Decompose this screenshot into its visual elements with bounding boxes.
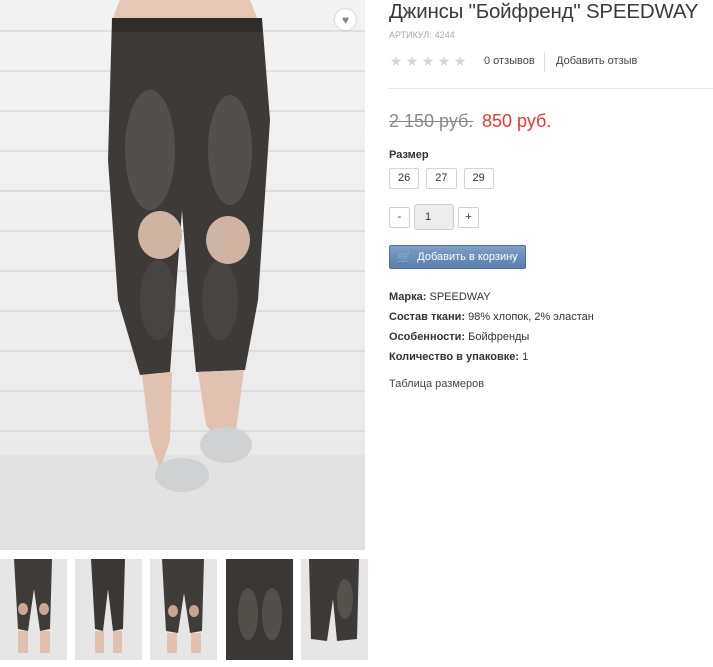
spec-label: Количество в упаковке: <box>389 351 519 363</box>
reviews-count-link[interactable]: 0 отзывов <box>484 55 535 67</box>
spec-row-fabric: Состав ткани: 98% хлопок, 2% эластан <box>389 311 594 331</box>
size-option-27[interactable]: 27 <box>426 168 457 189</box>
divider <box>389 88 713 89</box>
spec-label: Состав ткани: <box>389 311 466 323</box>
add-review-link[interactable]: Добавить отзыв <box>556 55 637 67</box>
spec-row-features: Особенности: Бойфренды <box>389 331 594 351</box>
star-icon[interactable]: ★ <box>405 54 419 68</box>
spec-label: Особенности: <box>389 331 466 343</box>
star-icon[interactable]: ★ <box>437 54 451 68</box>
spec-value: Бойфренды <box>468 331 530 343</box>
current-price: 850 руб. <box>482 111 552 131</box>
thumbnail-5[interactable] <box>301 559 368 660</box>
size-table-link[interactable]: Таблица размеров <box>389 378 484 390</box>
size-option-26[interactable]: 26 <box>389 168 420 189</box>
sku-label: АРТИКУЛ: <box>389 30 432 40</box>
size-selector: 26 27 29 <box>389 168 494 189</box>
divider <box>544 52 545 72</box>
thumbnail-3[interactable] <box>150 559 217 660</box>
product-title: Джинсы "Бойфренд" SPEEDWAY <box>389 0 699 23</box>
old-price: 2 150 руб. <box>389 111 474 131</box>
spec-value: 1 <box>522 351 529 363</box>
quantity-decrease-button[interactable]: - <box>389 206 410 228</box>
main-product-photo[interactable]: ♥ <box>0 0 365 550</box>
add-to-cart-label: Добавить в корзину <box>417 251 518 263</box>
spec-value: 98% хлопок, 2% эластан <box>468 311 594 323</box>
rating-stars[interactable]: ★ ★ ★ ★ ★ <box>389 54 467 68</box>
thumbnail-strip <box>0 559 370 661</box>
quantity-increase-button[interactable]: + <box>458 206 479 228</box>
thumbnail-2[interactable] <box>75 559 142 660</box>
star-icon[interactable]: ★ <box>421 54 435 68</box>
sku-value: 4244 <box>434 30 455 40</box>
spec-row-brand: Марка: SPEEDWAY <box>389 291 594 311</box>
quantity-stepper: - + <box>389 204 479 230</box>
heart-icon: ♥ <box>341 12 350 27</box>
cart-icon: 🛒 <box>397 250 413 264</box>
star-icon[interactable]: ★ <box>389 54 403 68</box>
jeans-photo-illustration <box>0 0 365 550</box>
size-label: Размер <box>389 149 429 161</box>
spec-row-package-qty: Количество в упаковке: 1 <box>389 351 594 371</box>
quantity-input[interactable] <box>414 204 454 230</box>
add-to-cart-button[interactable]: 🛒 Добавить в корзину <box>389 245 526 269</box>
product-specs: Марка: SPEEDWAY Состав ткани: 98% хлопок… <box>389 291 594 371</box>
thumbnail-1[interactable] <box>0 559 67 660</box>
wishlist-heart-button[interactable]: ♥ <box>335 9 356 30</box>
thumbnail-4[interactable] <box>226 559 293 660</box>
size-option-29[interactable]: 29 <box>463 168 494 189</box>
star-icon[interactable]: ★ <box>453 54 467 68</box>
sku: АРТИКУЛ: 4244 <box>389 30 455 40</box>
spec-label: Марка: <box>389 291 427 303</box>
spec-value: SPEEDWAY <box>429 291 491 303</box>
